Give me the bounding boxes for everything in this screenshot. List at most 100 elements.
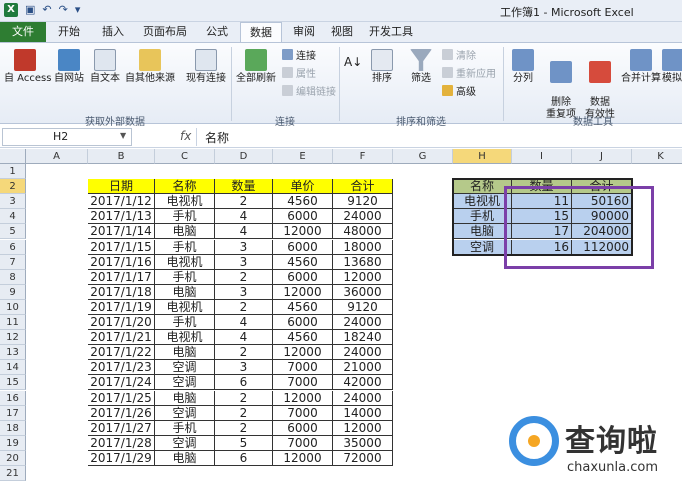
summary-cell[interactable]: 17 xyxy=(512,224,572,240)
from-access-button[interactable]: 自 Access xyxy=(4,49,51,85)
table-cell[interactable]: 3 xyxy=(215,360,273,376)
table-cell[interactable]: 2017/1/14 xyxy=(88,224,155,240)
tab-item[interactable]: 视图 xyxy=(326,22,358,42)
summary-cell[interactable]: 50160 xyxy=(572,194,632,210)
table-cell[interactable]: 12000 xyxy=(273,345,333,361)
reapply-button[interactable]: 重新应用 xyxy=(442,67,496,82)
summary-header-cell[interactable]: 名称 xyxy=(453,179,512,195)
formula-input[interactable]: 名称 xyxy=(205,129,229,146)
column-header[interactable]: D xyxy=(215,149,273,164)
data-validation-button[interactable]: 数据 有效性 xyxy=(582,49,618,121)
table-cell[interactable]: 9120 xyxy=(333,299,393,315)
properties-button[interactable]: 属性 xyxy=(282,67,316,82)
row-header[interactable]: 13 xyxy=(0,345,26,361)
insert-function-icon[interactable]: fx xyxy=(180,129,191,143)
table-header-cell[interactable]: 单价 xyxy=(273,179,333,195)
table-cell[interactable]: 2017/1/15 xyxy=(88,239,155,255)
table-cell[interactable]: 2017/1/12 xyxy=(88,194,155,210)
table-cell[interactable]: 12000 xyxy=(273,284,333,300)
table-cell[interactable]: 3 xyxy=(215,239,273,255)
table-cell[interactable]: 2017/1/21 xyxy=(88,330,155,346)
table-cell[interactable]: 手机 xyxy=(155,420,215,436)
row-header[interactable]: 16 xyxy=(0,390,26,406)
summary-cell[interactable]: 204000 xyxy=(572,224,632,240)
table-cell[interactable]: 电脑 xyxy=(155,224,215,240)
table-cell[interactable]: 4 xyxy=(215,224,273,240)
table-cell[interactable]: 3 xyxy=(215,254,273,270)
tab-item[interactable]: 开始 xyxy=(48,22,90,42)
row-header[interactable]: 17 xyxy=(0,405,26,421)
what-if-button[interactable]: 模拟 xyxy=(662,49,682,85)
row-header[interactable]: 7 xyxy=(0,254,26,270)
save-icon[interactable]: ▣ xyxy=(25,3,35,17)
row-header[interactable]: 14 xyxy=(0,360,26,376)
table-cell[interactable]: 4 xyxy=(215,315,273,331)
clear-button[interactable]: 清除 xyxy=(442,49,476,64)
table-cell[interactable]: 2 xyxy=(215,390,273,406)
table-cell[interactable]: 12000 xyxy=(273,390,333,406)
row-header[interactable]: 5 xyxy=(0,224,26,240)
column-header[interactable]: B xyxy=(88,149,155,164)
column-header[interactable]: E xyxy=(273,149,333,164)
sort-button[interactable]: 排序 xyxy=(368,49,396,85)
table-cell[interactable]: 2017/1/22 xyxy=(88,345,155,361)
table-cell[interactable]: 6000 xyxy=(273,315,333,331)
table-cell[interactable]: 3 xyxy=(215,284,273,300)
table-cell[interactable]: 5 xyxy=(215,435,273,451)
table-cell[interactable]: 手机 xyxy=(155,315,215,331)
row-header[interactable]: 10 xyxy=(0,299,26,315)
table-cell[interactable]: 7000 xyxy=(273,405,333,421)
row-header[interactable]: 19 xyxy=(0,435,26,451)
row-header[interactable]: 18 xyxy=(0,420,26,436)
table-cell[interactable]: 14000 xyxy=(333,405,393,421)
row-header[interactable]: 9 xyxy=(0,284,26,300)
row-header[interactable]: 6 xyxy=(0,239,26,255)
table-cell[interactable]: 电脑 xyxy=(155,390,215,406)
row-header[interactable]: 11 xyxy=(0,315,26,331)
refresh-all-button[interactable]: 全部刷新 xyxy=(236,49,276,85)
summary-cell[interactable]: 90000 xyxy=(572,209,632,225)
from-text-button[interactable]: 自文本 xyxy=(88,49,122,85)
from-web-button[interactable]: 自网站 xyxy=(52,49,86,85)
table-cell[interactable]: 6 xyxy=(215,375,273,391)
table-cell[interactable]: 18240 xyxy=(333,330,393,346)
table-cell[interactable]: 6000 xyxy=(273,239,333,255)
row-header[interactable]: 21 xyxy=(0,466,26,482)
summary-cell[interactable]: 112000 xyxy=(572,239,632,255)
table-cell[interactable]: 2017/1/13 xyxy=(88,209,155,225)
table-cell[interactable]: 2 xyxy=(215,194,273,210)
table-cell[interactable]: 24000 xyxy=(333,209,393,225)
table-cell[interactable]: 4560 xyxy=(273,194,333,210)
filter-button[interactable]: 筛选 xyxy=(406,49,436,85)
name-box[interactable]: H2 xyxy=(2,128,132,146)
summary-cell[interactable]: 电脑 xyxy=(453,224,512,240)
column-header[interactable]: J xyxy=(572,149,632,164)
table-cell[interactable]: 12000 xyxy=(273,224,333,240)
table-cell[interactable]: 2 xyxy=(215,345,273,361)
table-cell[interactable]: 4 xyxy=(215,330,273,346)
table-cell[interactable]: 空调 xyxy=(155,375,215,391)
tab-item[interactable]: 开发工具 xyxy=(360,22,422,42)
summary-cell[interactable]: 空调 xyxy=(453,239,512,255)
summary-header-cell[interactable]: 数量 xyxy=(512,179,572,195)
table-cell[interactable]: 2017/1/20 xyxy=(88,315,155,331)
table-cell[interactable]: 2017/1/26 xyxy=(88,405,155,421)
table-cell[interactable]: 空调 xyxy=(155,405,215,421)
table-cell[interactable]: 2017/1/28 xyxy=(88,435,155,451)
table-cell[interactable]: 13680 xyxy=(333,254,393,270)
row-header[interactable]: 8 xyxy=(0,269,26,285)
sort-az-button[interactable]: A↓ xyxy=(344,55,362,69)
undo-icon[interactable]: ↶ xyxy=(42,3,51,17)
table-cell[interactable]: 2017/1/25 xyxy=(88,390,155,406)
edit-links-button[interactable]: 编辑链接 xyxy=(282,85,336,100)
table-cell[interactable]: 7000 xyxy=(273,435,333,451)
row-header[interactable]: 12 xyxy=(0,330,26,346)
summary-cell[interactable]: 15 xyxy=(512,209,572,225)
column-header[interactable]: I xyxy=(512,149,572,164)
summary-cell[interactable]: 电视机 xyxy=(453,194,512,210)
table-cell[interactable]: 4560 xyxy=(273,330,333,346)
column-header[interactable]: H xyxy=(453,149,512,164)
table-header-cell[interactable]: 数量 xyxy=(215,179,273,195)
table-cell[interactable]: 4 xyxy=(215,209,273,225)
table-cell[interactable]: 72000 xyxy=(333,450,393,466)
